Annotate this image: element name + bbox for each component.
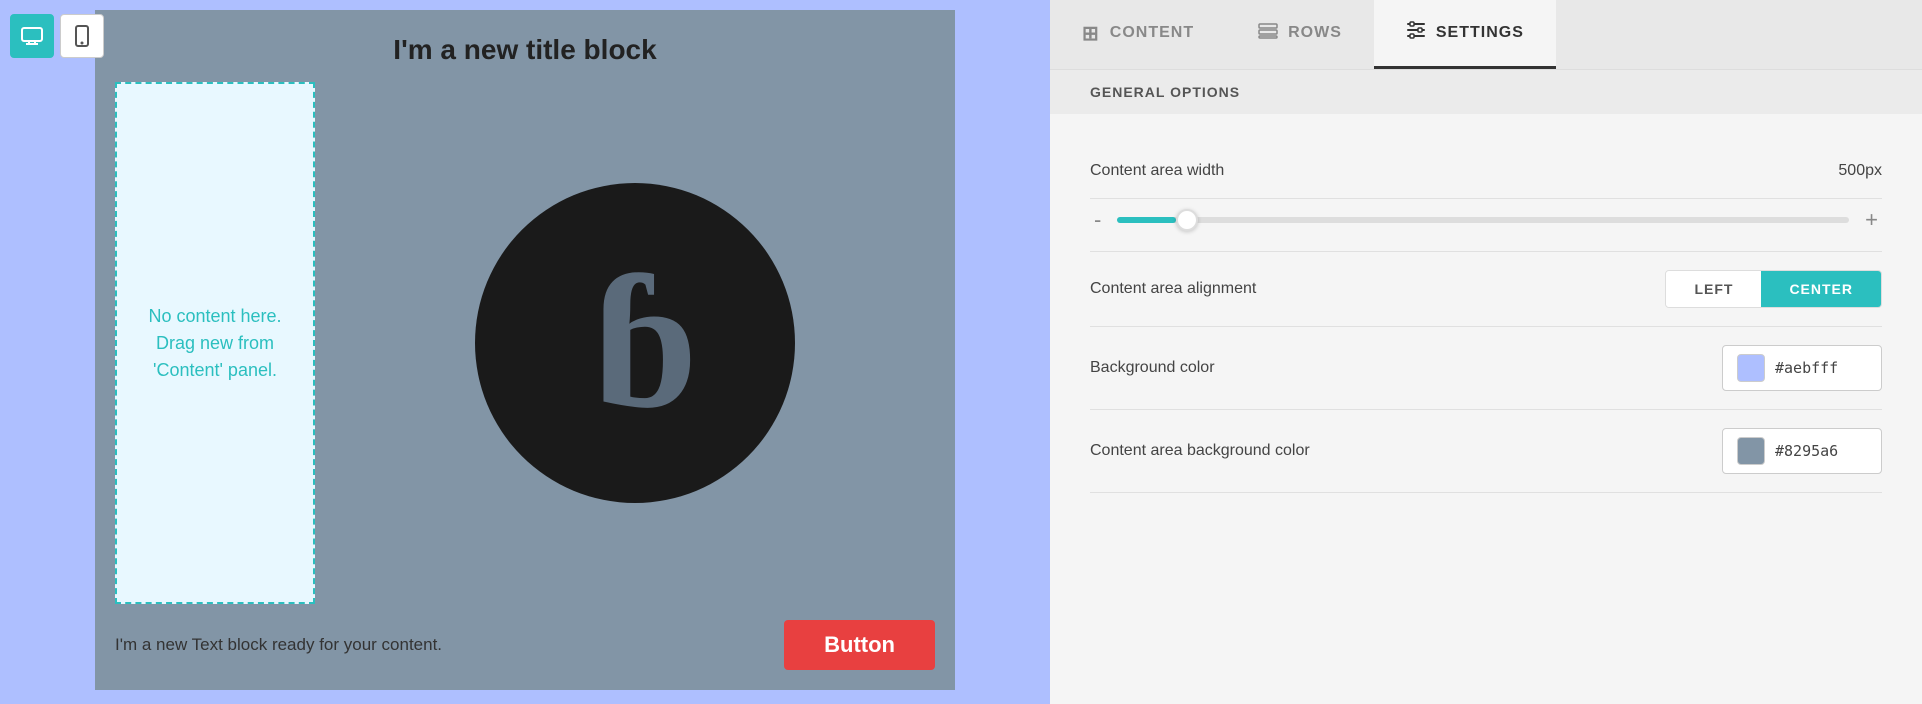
align-left-button[interactable]: LEFT	[1666, 271, 1761, 307]
rows-tab-icon	[1258, 22, 1278, 45]
slider-row: - +	[1090, 199, 1882, 252]
slider-thumb[interactable]	[1176, 209, 1198, 231]
content-area-bg-hex: #8295a6	[1775, 442, 1838, 460]
content-area-bg-row: Content area background color #8295a6	[1090, 410, 1882, 493]
bg-color-hex: #aebfff	[1775, 359, 1838, 377]
content-row: No content here. Drag new from 'Content'…	[95, 82, 955, 604]
content-area-bg-label: Content area background color	[1090, 442, 1310, 460]
panel-content: GENERAL OPTIONS Content area width 500px…	[1050, 70, 1922, 704]
desktop-button[interactable]	[10, 14, 54, 58]
tab-content[interactable]: ⊞ CONTENT	[1050, 0, 1226, 69]
bg-color-swatch[interactable]: #aebfff	[1722, 345, 1882, 391]
empty-content-block[interactable]: No content here. Drag new from 'Content'…	[115, 82, 315, 604]
alignment-row: Content area alignment LEFT CENTER	[1090, 252, 1882, 327]
alignment-buttons: LEFT CENTER	[1665, 270, 1882, 308]
bg-color-preview	[1737, 354, 1765, 382]
slider-fill	[1117, 217, 1176, 223]
content-width-value: 500px	[1838, 162, 1882, 180]
tab-settings-label: SETTINGS	[1436, 24, 1524, 42]
slider-track[interactable]	[1117, 217, 1849, 223]
tab-rows-label: ROWS	[1288, 24, 1342, 42]
content-area-bg-swatch[interactable]: #8295a6	[1722, 428, 1882, 474]
tabs-header: ⊞ CONTENT ROWS	[1050, 0, 1922, 70]
logo-letter: ɓ	[582, 248, 688, 438]
content-area-bg-preview	[1737, 437, 1765, 465]
content-width-label: Content area width	[1090, 162, 1224, 180]
device-toolbar	[10, 14, 104, 58]
content-frame: I'm a new title block No content here. D…	[95, 10, 955, 690]
alignment-label: Content area alignment	[1090, 280, 1256, 298]
logo-circle: ɓ	[475, 183, 795, 503]
content-tab-icon: ⊞	[1082, 21, 1100, 46]
tab-settings[interactable]: SETTINGS	[1374, 0, 1556, 69]
empty-content-text: No content here. Drag new from 'Content'…	[133, 303, 297, 384]
settings-tab-icon	[1406, 21, 1426, 45]
bottom-row: I'm a new Text block ready for your cont…	[95, 604, 955, 690]
content-width-row: Content area width 500px	[1090, 144, 1882, 199]
text-block: I'm a new Text block ready for your cont…	[115, 635, 784, 655]
content-button[interactable]: Button	[784, 620, 935, 670]
align-center-button[interactable]: CENTER	[1761, 271, 1881, 307]
canvas-area: I'm a new title block No content here. D…	[0, 0, 1050, 704]
slider-plus[interactable]: +	[1861, 207, 1882, 233]
tab-rows[interactable]: ROWS	[1226, 0, 1374, 69]
logo-area: ɓ	[335, 82, 935, 604]
tab-content-label: CONTENT	[1110, 24, 1194, 42]
title-block: I'm a new title block	[95, 10, 955, 82]
bg-color-label: Background color	[1090, 359, 1215, 377]
right-panel: ⊞ CONTENT ROWS	[1050, 0, 1922, 704]
mobile-button[interactable]	[60, 14, 104, 58]
section-header: GENERAL OPTIONS	[1050, 70, 1922, 114]
slider-minus[interactable]: -	[1090, 207, 1105, 233]
bg-color-row: Background color #aebfff	[1090, 327, 1882, 410]
